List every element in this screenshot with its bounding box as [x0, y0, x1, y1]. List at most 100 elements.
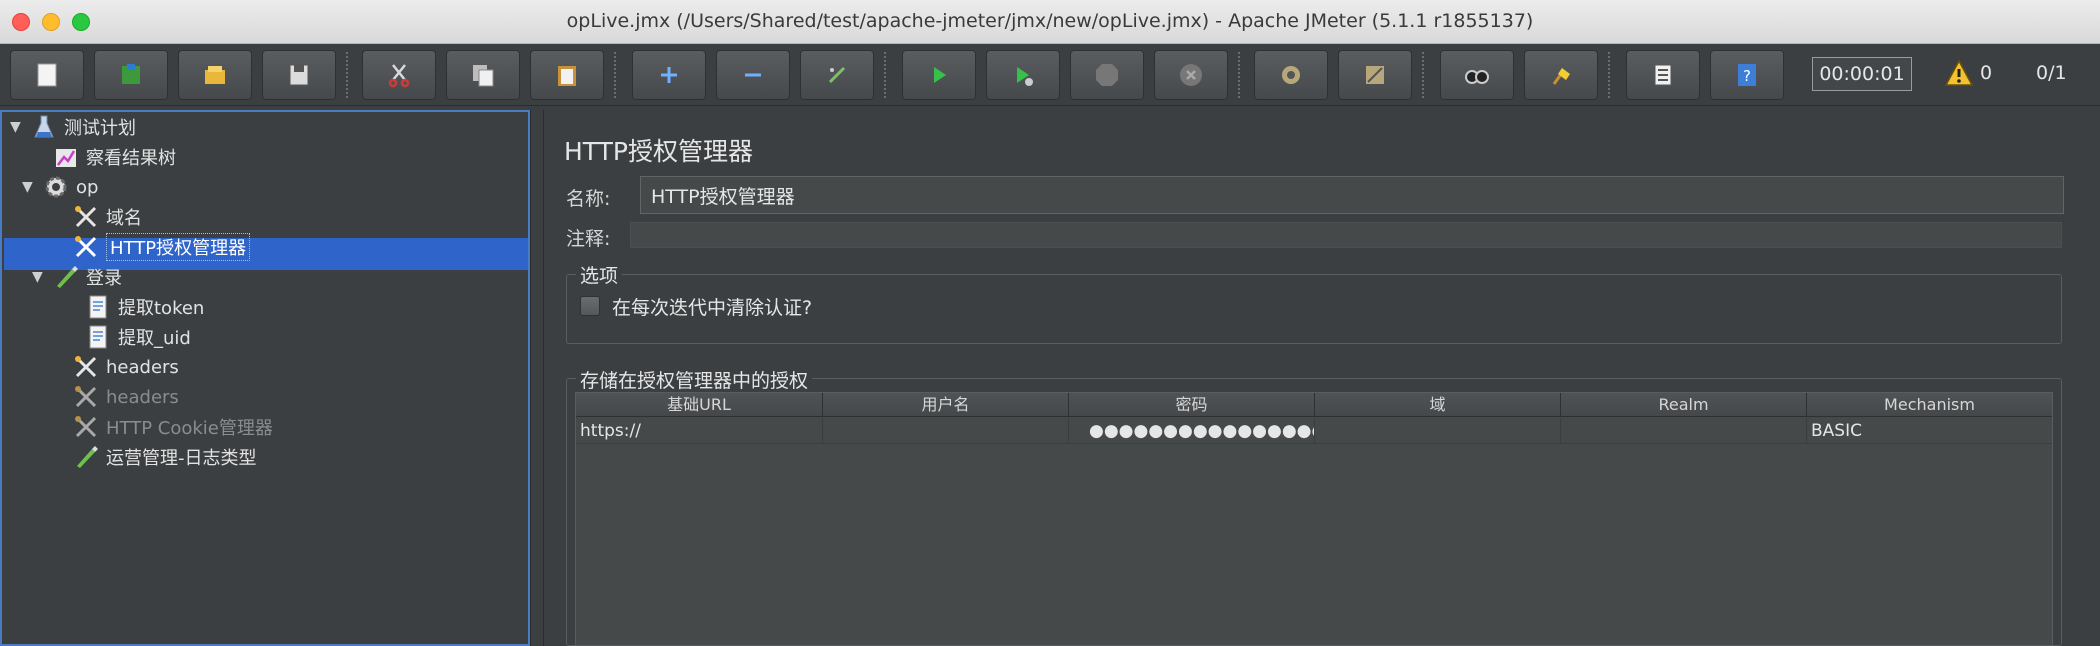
- flask-icon: [30, 113, 58, 141]
- cut-button[interactable]: [362, 50, 436, 100]
- clear-all-button[interactable]: [1338, 50, 1412, 100]
- cell-base-url[interactable]: https://: [576, 418, 823, 444]
- expand-all-button[interactable]: [632, 50, 706, 100]
- table-row[interactable]: https:// ●●●●●●●●●●●●●●●● BASIC: [576, 418, 2052, 444]
- tree-node-label: 察看结果树: [86, 148, 176, 169]
- stop-button[interactable]: [1070, 50, 1144, 100]
- page-title: HTTP授权管理器: [564, 137, 753, 166]
- start-no-pauses-button[interactable]: [986, 50, 1060, 100]
- name-label: 名称:: [566, 188, 611, 210]
- start-button[interactable]: [902, 50, 976, 100]
- cell-username[interactable]: [823, 418, 1069, 444]
- reset-search-button[interactable]: [1524, 50, 1598, 100]
- shutdown-icon: [1180, 64, 1202, 86]
- tree-node-test-plan[interactable]: ▼ 测试计划: [10, 112, 136, 142]
- column-header-password[interactable]: 密码: [1069, 393, 1315, 417]
- svg-text:?: ?: [1743, 67, 1751, 85]
- clear-each-iteration-label: 在每次迭代中清除认证?: [612, 297, 813, 319]
- open-icon: [205, 66, 225, 84]
- warning-icon[interactable]: [1944, 58, 1974, 88]
- expand-arrow-icon[interactable]: ▼: [22, 179, 38, 195]
- window-titlebar: opLive.jmx (/Users/Shared/test/apache-jm…: [0, 0, 2100, 44]
- start-no-pause-icon: [1017, 67, 1033, 86]
- clear-button[interactable]: [1254, 50, 1328, 100]
- toolbar-separator: [1422, 52, 1424, 98]
- save-button[interactable]: [262, 50, 336, 100]
- elapsed-timer: 00:00:01: [1812, 57, 1912, 91]
- tree-node-extract-uid[interactable]: 提取_uid: [64, 322, 191, 352]
- tree-node-label: 登录: [86, 268, 122, 289]
- toolbar-separator: [614, 52, 616, 98]
- pencil-icon: [72, 443, 100, 471]
- tree-node-label: 提取token: [118, 298, 205, 319]
- clear-each-iteration-checkbox[interactable]: [580, 296, 600, 316]
- cell-domain[interactable]: [1315, 418, 1561, 444]
- tree-node-ops-log-type[interactable]: 运营管理-日志类型: [52, 442, 257, 472]
- paste-icon: [558, 66, 576, 86]
- cell-password[interactable]: ●●●●●●●●●●●●●●●●: [1069, 418, 1315, 444]
- tree-node-label: HTTP Cookie管理器: [106, 418, 273, 439]
- column-header-username[interactable]: 用户名: [823, 393, 1069, 417]
- document-icon: [84, 323, 112, 351]
- tree-node-headers-disabled[interactable]: headers: [52, 382, 179, 412]
- comment-label: 注释:: [566, 228, 611, 250]
- expand-arrow-icon[interactable]: ▼: [32, 269, 48, 285]
- toolbar-separator: [1238, 52, 1240, 98]
- copy-button[interactable]: [446, 50, 520, 100]
- open-button[interactable]: [178, 50, 252, 100]
- tree-node-http-auth-manager[interactable]: HTTP授权管理器: [52, 232, 251, 262]
- tree-node-login[interactable]: ▼ 登录: [32, 262, 122, 292]
- reset-search-icon: [1552, 68, 1570, 85]
- authorization-table[interactable]: 基础URL 用户名 密码 域 Realm Mechanism https:// …: [575, 392, 2053, 646]
- document-icon: [84, 293, 112, 321]
- new-icon: [37, 63, 57, 87]
- shutdown-button[interactable]: [1154, 50, 1228, 100]
- cell-mechanism[interactable]: BASIC: [1807, 418, 2052, 444]
- tools-icon: [72, 233, 100, 261]
- copy-icon: [473, 65, 494, 87]
- templates-icon: [122, 64, 140, 84]
- split-pane-divider[interactable]: [530, 110, 544, 646]
- cell-realm[interactable]: [1561, 418, 1807, 444]
- tree-node-label: 运营管理-日志类型: [106, 448, 257, 469]
- templates-button[interactable]: [94, 50, 168, 100]
- tree-node-http-cookie-manager[interactable]: HTTP Cookie管理器: [52, 412, 273, 442]
- tools-icon: [72, 383, 100, 411]
- tree-node-headers[interactable]: headers: [52, 352, 179, 382]
- window-title: opLive.jmx (/Users/Shared/test/apache-jm…: [566, 10, 1534, 32]
- test-plan-tree[interactable]: ▼ 测试计划 察看结果树 ▼ op 域名 HTTP授权管理器 ▼ 登录 提取to…: [0, 110, 530, 646]
- active-threads: 0/1: [2036, 62, 2067, 84]
- save-icon: [289, 64, 309, 86]
- column-header-realm[interactable]: Realm: [1561, 393, 1807, 417]
- main-toolbar: ? 00:00:01 0 0/1: [0, 44, 2100, 106]
- function-helper-button[interactable]: [1626, 50, 1700, 100]
- warning-count: 0: [1980, 62, 1993, 84]
- tree-node-label: headers: [106, 386, 179, 408]
- tree-node-label: 提取_uid: [118, 328, 191, 349]
- search-button[interactable]: [1440, 50, 1514, 100]
- column-header-mechanism[interactable]: Mechanism: [1807, 393, 2052, 417]
- help-icon: ?: [1738, 64, 1756, 86]
- expand-arrow-icon[interactable]: ▼: [10, 119, 26, 135]
- toggle-icon: [828, 66, 846, 84]
- help-button[interactable]: ?: [1710, 50, 1784, 100]
- column-header-base-url[interactable]: 基础URL: [576, 393, 823, 417]
- comment-field[interactable]: [630, 222, 2062, 248]
- tree-node-op[interactable]: ▼ op: [22, 172, 98, 202]
- start-icon: [934, 67, 946, 83]
- paste-button[interactable]: [530, 50, 604, 100]
- name-field[interactable]: HTTP授权管理器: [640, 176, 2064, 214]
- tree-node-domain[interactable]: 域名: [52, 202, 142, 232]
- tree-node-label: headers: [106, 356, 179, 378]
- remote-clear-all-icon: [1366, 66, 1384, 84]
- column-header-domain[interactable]: 域: [1315, 393, 1561, 417]
- tree-node-label: HTTP授权管理器: [106, 233, 251, 261]
- toggle-button[interactable]: [800, 50, 874, 100]
- tree-node-extract-token[interactable]: 提取token: [64, 292, 204, 322]
- tree-node-label: op: [76, 176, 99, 198]
- gear-icon: [42, 173, 70, 201]
- new-button[interactable]: [10, 50, 84, 100]
- tree-node-view-results-tree[interactable]: 察看结果树: [32, 142, 176, 172]
- toolbar-separator: [1608, 52, 1610, 98]
- collapse-all-button[interactable]: [716, 50, 790, 100]
